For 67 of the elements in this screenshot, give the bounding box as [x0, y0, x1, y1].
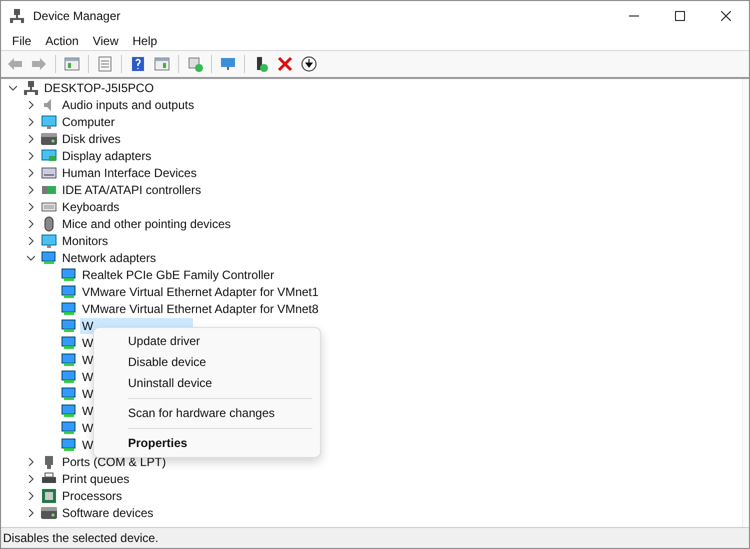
- network-adapter-icon: [61, 402, 77, 418]
- tree-item[interactable]: Realtek PCIe GbE Family Controller: [80, 266, 276, 282]
- display-icon: [41, 148, 57, 164]
- tree-item[interactable]: Software devices: [60, 504, 156, 520]
- network-adapter-icon: [61, 334, 77, 350]
- forward-arrow-icon: [30, 55, 48, 73]
- tree-item[interactable]: Computer: [60, 114, 117, 130]
- tree-item[interactable]: VMware Virtual Ethernet Adapter for VMnet8: [80, 300, 321, 316]
- context-menu-item[interactable]: Uninstall device: [94, 373, 320, 394]
- context-menu-item[interactable]: Scan for hardware changes: [94, 403, 320, 424]
- tree-item[interactable]: W: [80, 420, 96, 436]
- tree-item[interactable]: Processors: [60, 488, 124, 504]
- network-adapter-icon: [61, 266, 77, 282]
- network-computer-icon: [9, 8, 25, 24]
- menu-item[interactable]: Help: [126, 34, 164, 48]
- document-icon: [96, 55, 114, 73]
- scrollbar[interactable]: [742, 79, 749, 527]
- tree-item[interactable]: W: [80, 334, 96, 350]
- network-adapter-icon: [61, 300, 77, 316]
- context-menu-item[interactable]: Update driver: [94, 331, 320, 352]
- tree-item[interactable]: W: [80, 436, 96, 452]
- context-menu-item[interactable]: Disable device: [94, 352, 320, 373]
- network-adapter-icon: [61, 352, 77, 368]
- menu-item[interactable]: Action: [38, 34, 86, 48]
- network-computer-icon: [23, 80, 39, 96]
- close-icon: [721, 11, 731, 21]
- chip-icon: [41, 488, 57, 504]
- network-adapter-icon: [61, 386, 77, 402]
- tree-item[interactable]: Keyboards: [60, 198, 122, 214]
- tree-item[interactable]: W: [80, 368, 96, 384]
- tree-item[interactable]: Print queues: [60, 470, 132, 486]
- tree-item[interactable]: W: [80, 352, 96, 368]
- scan-icon: [186, 55, 204, 73]
- delete-icon: [276, 55, 294, 73]
- window-icon: [63, 55, 81, 73]
- network-adapter-icon: [61, 368, 77, 384]
- window-title: Device Manager: [33, 9, 120, 23]
- tree-item[interactable]: Network adapters: [60, 250, 158, 266]
- help-icon: [129, 55, 147, 73]
- tree-item[interactable]: IDE ATA/ATAPI controllers: [60, 182, 204, 198]
- context-menu-item[interactable]: Properties: [94, 433, 320, 454]
- tree-item[interactable]: Disk drives: [60, 130, 123, 146]
- tree-item[interactable]: Human Interface Devices: [60, 164, 199, 180]
- tree-item[interactable]: VMware Virtual Ethernet Adapter for VMnet1: [80, 284, 321, 300]
- network-adapter-icon: [61, 420, 77, 436]
- window-icon: [153, 55, 171, 73]
- network-adapter-icon: [61, 436, 77, 452]
- tree-item[interactable]: DESKTOP-J5I5PCO: [42, 80, 156, 96]
- minimize-icon: [629, 15, 639, 17]
- menu-item[interactable]: View: [86, 34, 126, 48]
- tree-item[interactable]: Ports (COM & LPT): [60, 454, 168, 470]
- tree-item[interactable]: W: [80, 402, 96, 418]
- monitor-icon: [41, 232, 57, 248]
- network-icon: [41, 250, 57, 266]
- tree-item[interactable]: Monitors: [60, 232, 110, 248]
- tree-item[interactable]: W: [80, 386, 96, 402]
- tree-item[interactable]: Audio inputs and outputs: [60, 96, 196, 112]
- maximize-icon: [675, 11, 685, 21]
- status-text: Disables the selected device.: [3, 531, 158, 545]
- network-adapter-icon: [61, 318, 77, 334]
- network-adapter-icon: [61, 284, 77, 300]
- tree-item[interactable]: Display adapters: [60, 148, 154, 164]
- menu-item[interactable]: File: [5, 34, 38, 48]
- monitor-icon: [219, 55, 237, 73]
- monitor-icon: [41, 114, 57, 130]
- tree-item[interactable]: Mice and other pointing devices: [60, 216, 233, 232]
- hid-icon: [41, 164, 57, 180]
